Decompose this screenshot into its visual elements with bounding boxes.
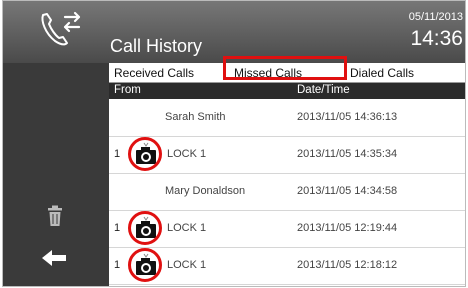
call-datetime: 2013/11/05 14:35:34 [297, 148, 398, 160]
call-count: 1 [114, 148, 121, 160]
call-list: Sarah Smith 2013/11/05 14:36:13 1 LOCK 1… [109, 99, 465, 286]
list-item[interactable]: 1 LOCK 1 2013/11/05 12:19:44 [109, 210, 465, 248]
caller-name: Sarah Smith [165, 111, 226, 123]
call-datetime: 2013/11/05 12:18:12 [297, 259, 398, 271]
tab-received-calls[interactable]: Received Calls [114, 66, 194, 80]
date-display: 05/11/2013 [408, 11, 463, 23]
caller-name: LOCK 1 [167, 259, 207, 271]
list-item[interactable]: 1 LOCK 1 2013/11/05 14:35:34 [109, 136, 465, 174]
caller-name: Mary Donaldson [165, 185, 246, 197]
camera-highlight [128, 248, 162, 282]
call-count: 1 [114, 222, 121, 234]
sidebar [3, 63, 109, 286]
camera-highlight [128, 137, 162, 171]
call-history-screen: Call History 05/11/2013 14:36 Received C… [2, 0, 466, 287]
call-datetime: 2013/11/05 12:19:44 [297, 222, 398, 234]
call-count: 1 [114, 259, 121, 271]
tab-bar: Received Calls Missed Calls Dialed Calls [109, 56, 465, 83]
missed-calls-highlight [223, 56, 347, 80]
call-datetime: 2013/11/05 14:34:58 [297, 185, 398, 197]
page-title: Call History [110, 36, 203, 56]
caller-name: LOCK 1 [167, 222, 207, 234]
camera-highlight [128, 211, 162, 245]
trash-icon[interactable] [46, 205, 64, 227]
back-arrow-icon[interactable] [40, 248, 68, 268]
column-datetime: Date/Time [297, 84, 350, 96]
tab-dialed-calls[interactable]: Dialed Calls [350, 66, 414, 80]
list-item[interactable]: Sarah Smith 2013/11/05 14:36:13 [109, 99, 465, 137]
column-from: From [114, 84, 141, 96]
call-datetime: 2013/11/05 14:36:13 [297, 111, 398, 123]
column-header: From Date/Time [109, 83, 465, 99]
time-display: 14:36 [410, 27, 463, 50]
phone-transfer-icon[interactable] [37, 7, 89, 51]
list-item[interactable]: 1 LOCK 1 2013/11/05 12:18:12 [109, 247, 465, 285]
caller-name: LOCK 1 [167, 148, 207, 160]
header-bar: Call History 05/11/2013 14:36 [3, 1, 465, 63]
list-item[interactable]: Mary Donaldson 2013/11/05 14:34:58 [109, 173, 465, 211]
